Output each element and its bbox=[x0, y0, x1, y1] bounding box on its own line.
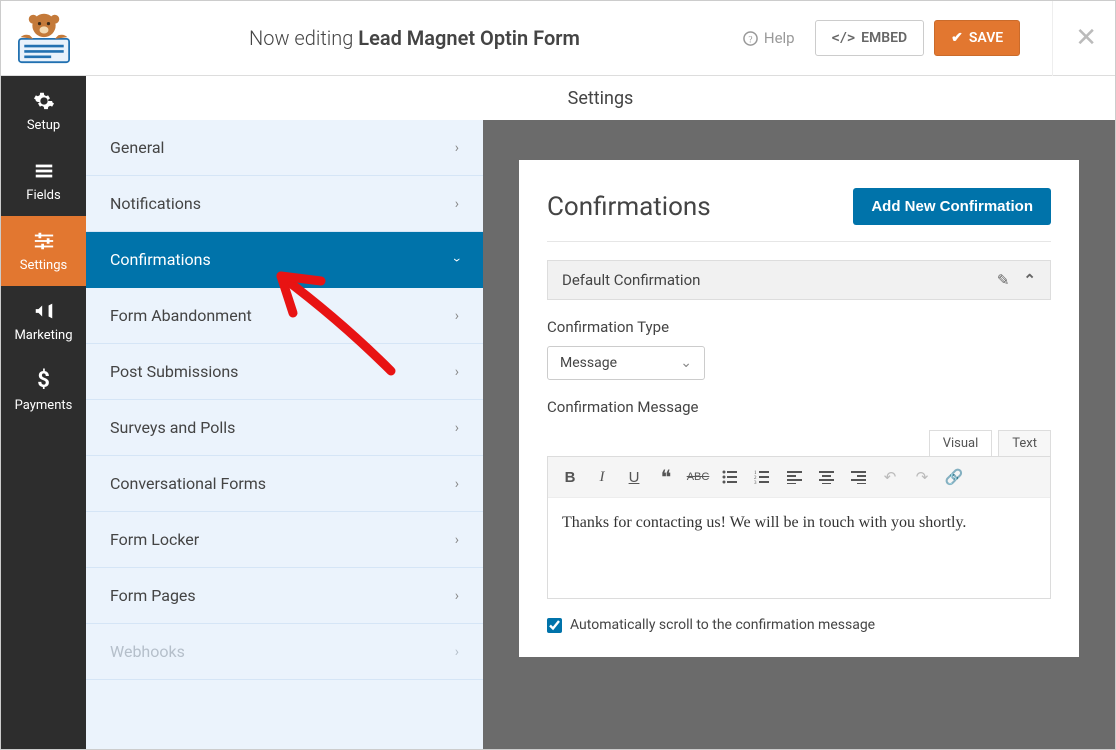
bold-button[interactable]: B bbox=[556, 463, 584, 491]
rail-label: Fields bbox=[26, 188, 60, 203]
panel-heading: Confirmations bbox=[547, 192, 711, 222]
svg-text:?: ? bbox=[748, 35, 752, 45]
edit-icon[interactable]: ✎ bbox=[997, 271, 1010, 289]
app-logo bbox=[1, 1, 86, 76]
link-button[interactable]: 🔗 bbox=[940, 463, 968, 491]
now-editing-label: Now editing bbox=[249, 26, 353, 50]
chevron-right-icon: › bbox=[455, 532, 459, 548]
confirmation-type-label: Confirmation Type bbox=[547, 318, 1051, 336]
message-editor: B I U ❝ ABC 123 bbox=[547, 456, 1051, 599]
blockquote-button[interactable]: ❝ bbox=[652, 463, 680, 491]
form-name: Lead Magnet Optin Form bbox=[358, 26, 580, 50]
save-button[interactable]: ✔ SAVE bbox=[934, 20, 1020, 56]
settings-item-webhooks[interactable]: Webhooks › bbox=[86, 624, 483, 680]
default-confirmation-bar[interactable]: Default Confirmation ✎ ⌃ bbox=[547, 260, 1051, 300]
rail-item-settings[interactable]: Settings bbox=[1, 216, 86, 286]
chevron-right-icon: › bbox=[455, 364, 459, 380]
confirmation-type-select[interactable]: Message ⌄ bbox=[547, 346, 705, 380]
gear-icon bbox=[33, 90, 55, 112]
chevron-right-icon: › bbox=[455, 588, 459, 604]
settings-item-post-submissions[interactable]: Post Submissions › bbox=[86, 344, 483, 400]
chevron-right-icon: › bbox=[455, 644, 459, 660]
settings-item-confirmations[interactable]: Confirmations › bbox=[86, 232, 483, 288]
code-icon: </> bbox=[832, 31, 855, 46]
page-title: Settings bbox=[86, 76, 1115, 120]
editor-tab-text[interactable]: Text bbox=[998, 430, 1051, 456]
list-icon bbox=[33, 160, 55, 182]
align-right-button[interactable] bbox=[844, 463, 872, 491]
chevron-right-icon: › bbox=[455, 196, 459, 212]
help-link[interactable]: ? Help bbox=[743, 29, 795, 47]
settings-item-notifications[interactable]: Notifications › bbox=[86, 176, 483, 232]
confirmation-name: Default Confirmation bbox=[562, 271, 700, 289]
help-icon: ? bbox=[743, 31, 758, 46]
rail-label: Payments bbox=[15, 398, 73, 413]
align-left-button[interactable] bbox=[780, 463, 808, 491]
top-bar: Now editing Lead Magnet Optin Form ? Hel… bbox=[1, 1, 1115, 76]
strikethrough-button[interactable]: ABC bbox=[684, 463, 712, 491]
top-actions: ? Help </> EMBED ✔ SAVE ✕ bbox=[743, 1, 1097, 76]
redo-button[interactable]: ↷ bbox=[908, 463, 936, 491]
align-center-button[interactable] bbox=[812, 463, 840, 491]
editing-title: Now editing Lead Magnet Optin Form bbox=[86, 26, 743, 50]
sliders-icon bbox=[33, 230, 55, 252]
rail-label: Marketing bbox=[14, 328, 72, 343]
left-rail: Setup Fields Settings Marketing $ Paymen… bbox=[1, 76, 86, 749]
check-icon: ✔ bbox=[951, 30, 963, 46]
settings-item-form-locker[interactable]: Form Locker › bbox=[86, 512, 483, 568]
chevron-right-icon: › bbox=[455, 140, 459, 156]
editor-content[interactable]: Thanks for contacting us! We will be in … bbox=[548, 498, 1050, 598]
settings-item-surveys-polls[interactable]: Surveys and Polls › bbox=[86, 400, 483, 456]
close-icon: ✕ bbox=[1075, 23, 1097, 53]
editor-toolbar: B I U ❝ ABC 123 bbox=[548, 457, 1050, 498]
settings-item-conversational-forms[interactable]: Conversational Forms › bbox=[86, 456, 483, 512]
autoscroll-checkbox[interactable] bbox=[547, 618, 562, 633]
rail-label: Settings bbox=[20, 258, 67, 273]
settings-item-general[interactable]: General › bbox=[86, 120, 483, 176]
confirmations-panel: Confirmations Add New Confirmation Defau… bbox=[519, 160, 1079, 657]
chevron-down-icon: ⌄ bbox=[680, 355, 692, 371]
underline-button[interactable]: U bbox=[620, 463, 648, 491]
chevron-right-icon: › bbox=[455, 476, 459, 492]
content-area: Confirmations Add New Confirmation Defau… bbox=[483, 120, 1115, 749]
chevron-right-icon: › bbox=[455, 420, 459, 436]
settings-item-form-abandonment[interactable]: Form Abandonment › bbox=[86, 288, 483, 344]
bullhorn-icon bbox=[33, 300, 55, 322]
rail-item-marketing[interactable]: Marketing bbox=[1, 286, 86, 356]
chevron-down-icon: › bbox=[449, 257, 465, 261]
settings-item-form-pages[interactable]: Form Pages › bbox=[86, 568, 483, 624]
embed-button[interactable]: </> EMBED bbox=[815, 20, 925, 56]
collapse-icon[interactable]: ⌃ bbox=[1023, 271, 1036, 289]
rail-label: Setup bbox=[27, 118, 60, 133]
confirmation-message-label: Confirmation Message bbox=[547, 398, 1051, 416]
svg-text:3: 3 bbox=[754, 481, 757, 484]
rail-item-setup[interactable]: Setup bbox=[1, 76, 86, 146]
autoscroll-checkbox-row[interactable]: Automatically scroll to the confirmation… bbox=[547, 617, 1051, 633]
editor-tab-visual[interactable]: Visual bbox=[929, 430, 993, 456]
close-button[interactable]: ✕ bbox=[1052, 1, 1097, 76]
chevron-right-icon: › bbox=[455, 308, 459, 324]
undo-button[interactable]: ↶ bbox=[876, 463, 904, 491]
autoscroll-label: Automatically scroll to the confirmation… bbox=[570, 617, 875, 633]
numbered-list-button[interactable]: 123 bbox=[748, 463, 776, 491]
rail-item-fields[interactable]: Fields bbox=[1, 146, 86, 216]
settings-submenu: General › Notifications › Confirmations … bbox=[86, 120, 483, 749]
add-confirmation-button[interactable]: Add New Confirmation bbox=[853, 188, 1051, 225]
italic-button[interactable]: I bbox=[588, 463, 616, 491]
dollar-icon: $ bbox=[33, 370, 55, 392]
bullet-list-button[interactable] bbox=[716, 463, 744, 491]
rail-item-payments[interactable]: $ Payments bbox=[1, 356, 86, 426]
